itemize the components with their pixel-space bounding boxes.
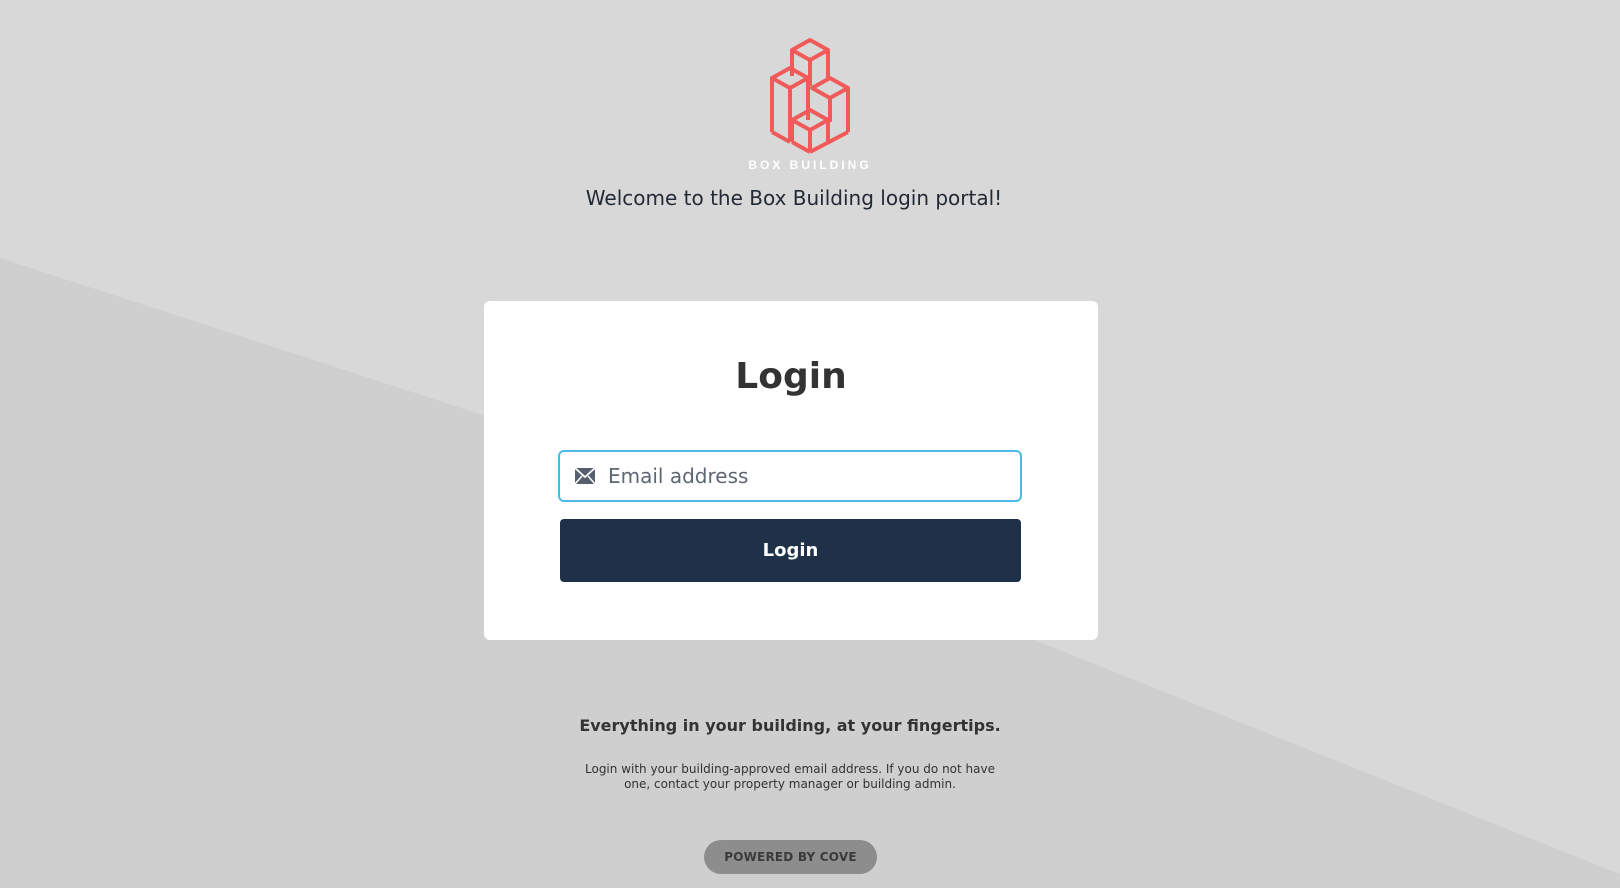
- login-title: Login: [735, 356, 847, 397]
- help-text: Login with your building-approved email …: [585, 762, 995, 791]
- brand-name: BOX BUILDING: [748, 158, 872, 172]
- powered-by-badge[interactable]: POWERED BY COVE: [704, 840, 877, 874]
- login-card: Login Login: [484, 301, 1098, 640]
- login-button[interactable]: Login: [560, 519, 1021, 582]
- email-field[interactable]: [558, 450, 1022, 502]
- brand-logo: BOX BUILDING: [738, 36, 882, 172]
- mail-icon: [574, 467, 596, 485]
- welcome-heading: Welcome to the Box Building login portal…: [585, 186, 1003, 210]
- box-building-logo-icon: [770, 38, 850, 154]
- email-input[interactable]: [608, 452, 1008, 500]
- tagline: Everything in your building, at your fin…: [579, 716, 1001, 735]
